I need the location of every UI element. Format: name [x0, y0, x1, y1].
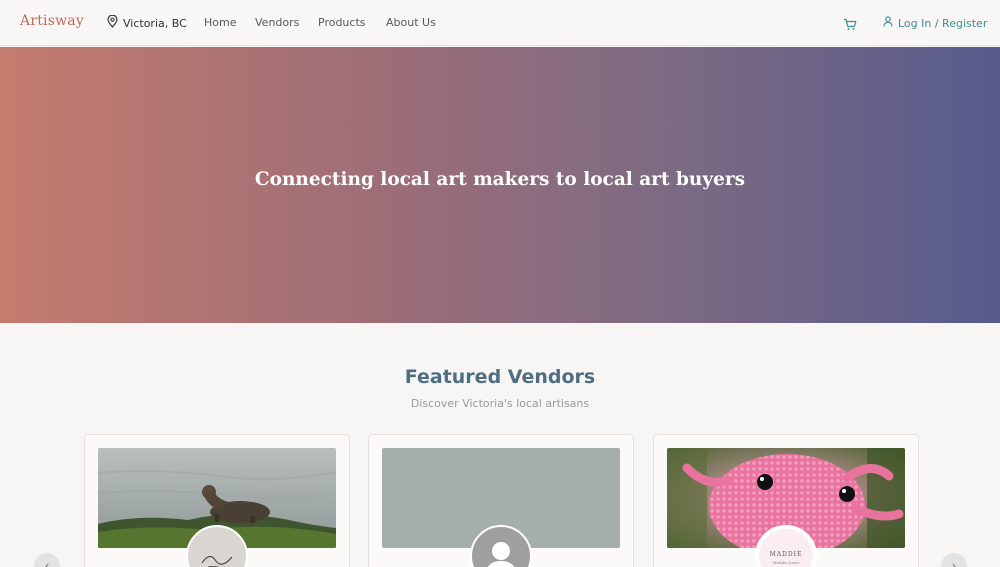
user-icon [883, 16, 893, 30]
vendor-card[interactable]: MADDIE Maddie loves [653, 434, 919, 567]
nav-products[interactable]: Products [318, 16, 366, 29]
nav-home[interactable]: Home [204, 16, 236, 29]
login-register-link[interactable]: Log In / Register [883, 16, 987, 30]
chevron-right-icon: › [951, 559, 957, 567]
location-label: Victoria, BC [123, 16, 187, 30]
nav-vendors[interactable]: Vendors [255, 16, 299, 29]
featured-vendors-title: Featured Vendors [404, 366, 596, 388]
vendor-avatar-subtext: Maddie loves [773, 560, 800, 565]
cart-icon[interactable] [843, 16, 857, 30]
location-selector[interactable]: Victoria, BC [107, 14, 187, 31]
page: Artisway Victoria, BC Home Vendors Produ… [0, 0, 1000, 567]
vendor-card[interactable] [368, 434, 634, 567]
vendor-avatar-text: MADDIE [770, 551, 803, 558]
hero-title: Connecting local art makers to local art… [254, 169, 746, 190]
vendor-card[interactable] [84, 434, 350, 567]
chevron-left-icon: ‹ [44, 559, 50, 567]
carousel-prev-button[interactable]: ‹ [34, 553, 60, 567]
top-nav-bar: Artisway Victoria, BC Home Vendors Produ… [0, 0, 1000, 46]
logo[interactable]: Artisway [20, 13, 84, 29]
featured-vendors-subtitle: Discover Victoria's local artisans [410, 397, 590, 410]
map-pin-icon [107, 14, 118, 31]
carousel-next-button[interactable]: › [941, 553, 967, 567]
login-register-label: Log In / Register [898, 16, 988, 30]
nav-about-us[interactable]: About Us [386, 16, 436, 29]
